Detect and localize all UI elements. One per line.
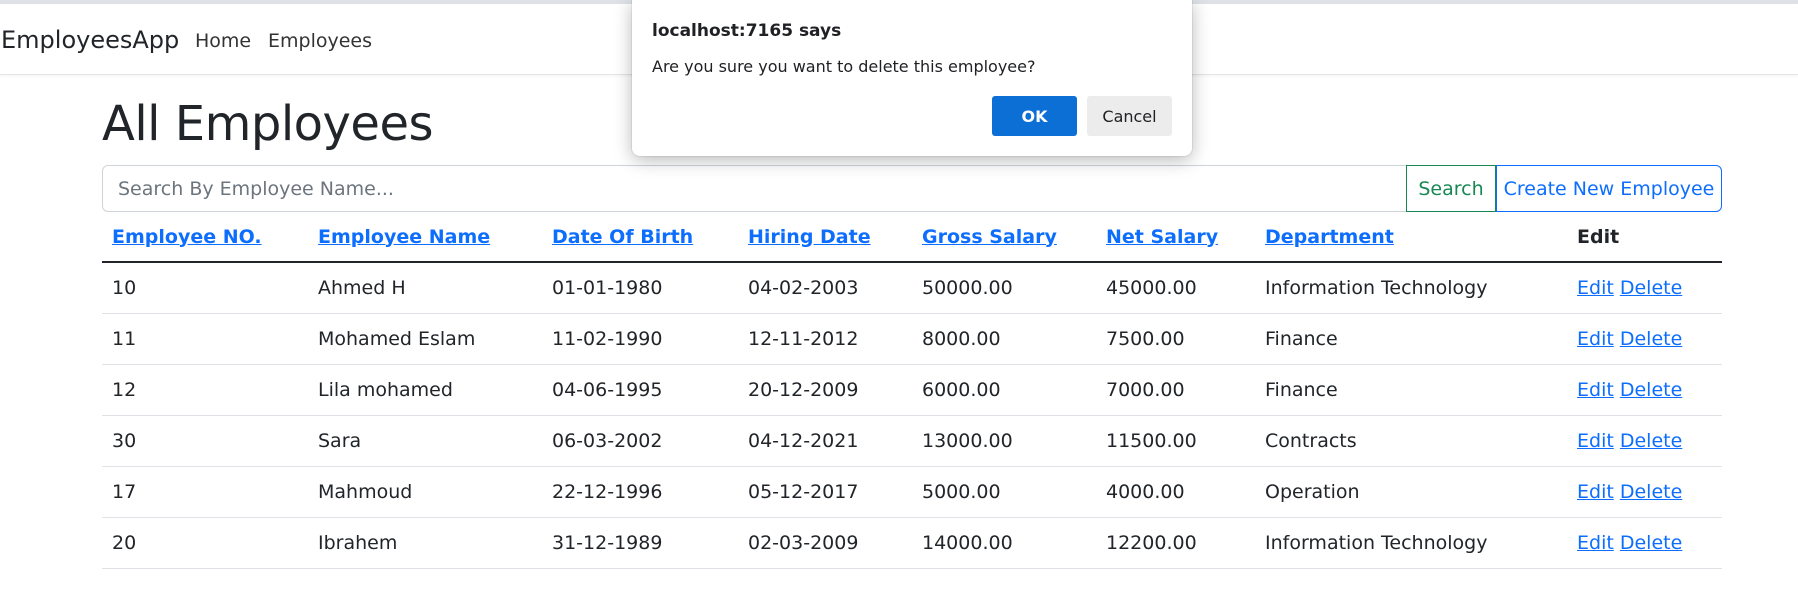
employees-table: Employee NO. Employee Name Date Of Birth… [102, 212, 1722, 569]
column-header-hiring-date[interactable]: Hiring Date [738, 212, 912, 263]
cell-date-of-birth: 01-01-1980 [542, 262, 738, 314]
cell-net-salary: 4000.00 [1096, 466, 1255, 518]
cell-hiring-date: 04-02-2003 [738, 262, 912, 314]
column-header-employee-name[interactable]: Employee Name [308, 212, 542, 263]
cell-hiring-date: 05-12-2017 [738, 466, 912, 518]
delete-link[interactable]: Delete [1620, 379, 1682, 401]
cell-gross-salary: 50000.00 [912, 262, 1096, 314]
cell-date-of-birth: 11-02-1990 [542, 313, 738, 365]
edit-link[interactable]: Edit [1577, 277, 1614, 299]
cell-employee-no: 17 [102, 466, 308, 518]
cell-department: Information Technology [1255, 517, 1567, 569]
create-employee-button[interactable]: Create New Employee [1496, 165, 1722, 212]
search-button[interactable]: Search [1406, 165, 1496, 212]
search-input[interactable] [102, 165, 1407, 212]
cell-actions: Edit Delete [1567, 415, 1722, 467]
cell-employee-no: 20 [102, 517, 308, 569]
cell-date-of-birth: 06-03-2002 [542, 415, 738, 467]
ok-button[interactable]: OK [992, 96, 1077, 136]
cancel-button[interactable]: Cancel [1087, 96, 1172, 136]
cell-department: Finance [1255, 313, 1567, 365]
cell-actions: Edit Delete [1567, 466, 1722, 518]
cell-actions: Edit Delete [1567, 262, 1722, 314]
edit-link[interactable]: Edit [1577, 430, 1614, 452]
edit-link[interactable]: Edit [1577, 328, 1614, 350]
cell-employee-no: 12 [102, 364, 308, 416]
delete-link[interactable]: Delete [1620, 328, 1682, 350]
cell-employee-name: Ibrahem [308, 517, 542, 569]
edit-link[interactable]: Edit [1577, 532, 1614, 554]
cell-net-salary: 12200.00 [1096, 517, 1255, 569]
dialog-message: Are you sure you want to delete this emp… [652, 57, 1036, 76]
cell-hiring-date: 20-12-2009 [738, 364, 912, 416]
cell-net-salary: 7000.00 [1096, 364, 1255, 416]
cell-gross-salary: 13000.00 [912, 415, 1096, 467]
cell-employee-name: Sara [308, 415, 542, 467]
cell-hiring-date: 12-11-2012 [738, 313, 912, 365]
column-header-date-of-birth[interactable]: Date Of Birth [542, 212, 738, 263]
dialog-title: localhost:7165 says [652, 21, 842, 41]
confirm-dialog: localhost:7165 says Are you sure you wan… [632, 0, 1192, 156]
nav-link-employees[interactable]: Employees [268, 30, 372, 52]
cell-gross-salary: 6000.00 [912, 364, 1096, 416]
cell-date-of-birth: 31-12-1989 [542, 517, 738, 569]
cell-actions: Edit Delete [1567, 313, 1722, 365]
delete-link[interactable]: Delete [1620, 430, 1682, 452]
delete-link[interactable]: Delete [1620, 481, 1682, 503]
cell-actions: Edit Delete [1567, 517, 1722, 569]
cell-employee-no: 11 [102, 313, 308, 365]
cell-gross-salary: 14000.00 [912, 517, 1096, 569]
column-header-edit: Edit [1567, 212, 1722, 263]
cell-employee-name: Lila mohamed [308, 364, 542, 416]
column-header-department[interactable]: Department [1255, 212, 1567, 263]
edit-link[interactable]: Edit [1577, 379, 1614, 401]
cell-department: Contracts [1255, 415, 1567, 467]
cell-net-salary: 45000.00 [1096, 262, 1255, 314]
brand-link[interactable]: EmployeesApp [1, 26, 179, 54]
cell-gross-salary: 5000.00 [912, 466, 1096, 518]
nav-link-home[interactable]: Home [195, 30, 251, 52]
cell-department: Information Technology [1255, 262, 1567, 314]
cell-employee-name: Mohamed Eslam [308, 313, 542, 365]
cell-hiring-date: 04-12-2021 [738, 415, 912, 467]
column-header-gross-salary[interactable]: Gross Salary [912, 212, 1096, 263]
cell-date-of-birth: 04-06-1995 [542, 364, 738, 416]
cell-hiring-date: 02-03-2009 [738, 517, 912, 569]
cell-date-of-birth: 22-12-1996 [542, 466, 738, 518]
delete-link[interactable]: Delete [1620, 277, 1682, 299]
cell-employee-name: Ahmed H [308, 262, 542, 314]
cell-actions: Edit Delete [1567, 364, 1722, 416]
cell-net-salary: 7500.00 [1096, 313, 1255, 365]
delete-link[interactable]: Delete [1620, 532, 1682, 554]
table-header-row: Employee NO. Employee Name Date Of Birth… [102, 212, 1722, 263]
table-row: 30 Sara 06-03-2002 04-12-2021 13000.00 1… [102, 415, 1722, 467]
cell-department: Finance [1255, 364, 1567, 416]
cell-department: Operation [1255, 466, 1567, 518]
table-row: 10 Ahmed H 01-01-1980 04-02-2003 50000.0… [102, 262, 1722, 314]
cell-net-salary: 11500.00 [1096, 415, 1255, 467]
page-title: All Employees [102, 96, 434, 152]
edit-link[interactable]: Edit [1577, 481, 1614, 503]
cell-employee-name: Mahmoud [308, 466, 542, 518]
cell-employee-no: 10 [102, 262, 308, 314]
column-header-employee-no[interactable]: Employee NO. [102, 212, 308, 263]
table-row: 12 Lila mohamed 04-06-1995 20-12-2009 60… [102, 364, 1722, 416]
table-row: 17 Mahmoud 22-12-1996 05-12-2017 5000.00… [102, 466, 1722, 518]
search-group: Search Create New Employee [102, 165, 1722, 212]
table-row: 20 Ibrahem 31-12-1989 02-03-2009 14000.0… [102, 517, 1722, 569]
column-header-net-salary[interactable]: Net Salary [1096, 212, 1255, 263]
table-row: 11 Mohamed Eslam 11-02-1990 12-11-2012 8… [102, 313, 1722, 365]
cell-employee-no: 30 [102, 415, 308, 467]
cell-gross-salary: 8000.00 [912, 313, 1096, 365]
